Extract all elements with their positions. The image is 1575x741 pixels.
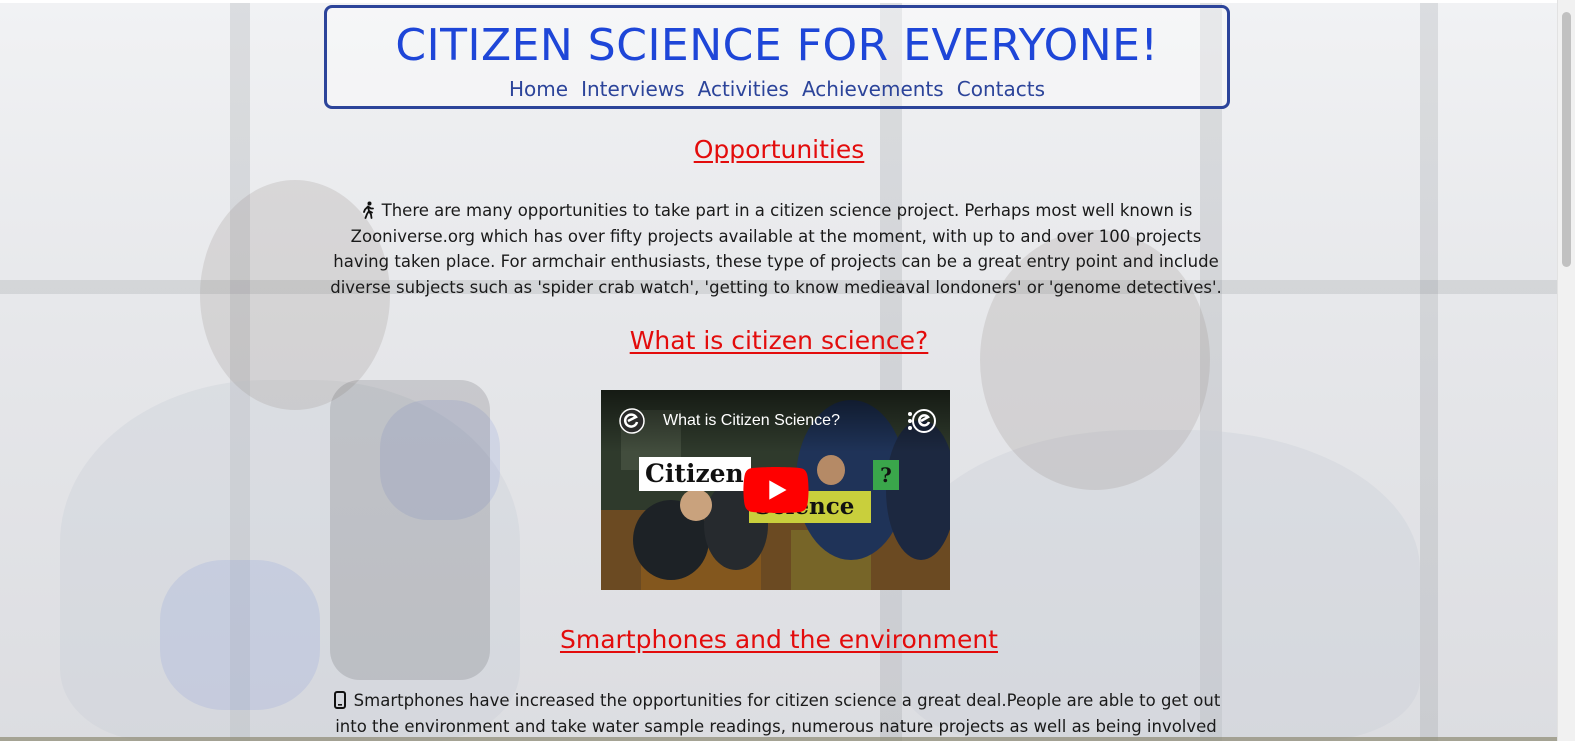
main-content: CITIZEN SCIENCE FOR EVERYONE! Home Inter… (0, 0, 1558, 741)
scrollbar-thumb[interactable] (1562, 12, 1571, 267)
site-title: CITIZEN SCIENCE FOR EVERYONE! (395, 20, 1159, 71)
video-card-question-mark: ? (873, 460, 899, 490)
smartphones-heading: Smartphones and the environment (559, 625, 998, 654)
page: CITIZEN SCIENCE FOR EVERYONE! Home Inter… (0, 0, 1575, 741)
video-title: What is Citizen Science? (663, 412, 840, 429)
smartphones-text: Smartphones have increased the opportuni… (326, 688, 1226, 741)
youtube-play-icon[interactable] (742, 467, 810, 513)
video-share-icon[interactable] (906, 406, 936, 436)
vertical-scrollbar[interactable] (1557, 0, 1575, 741)
main-nav: Home Interviews Activities Achievements … (327, 76, 1227, 102)
opportunities-text: There are many opportunities to take par… (326, 198, 1226, 300)
nav-activities[interactable]: Activities (698, 76, 789, 102)
nav-home[interactable]: Home (509, 76, 568, 102)
walking-person-icon (362, 201, 374, 219)
what-is-heading: What is citizen science? (629, 326, 929, 355)
smartphone-icon (333, 691, 346, 709)
youtube-video-embed[interactable]: What is Citizen Science? Citizen Science… (601, 390, 950, 590)
opportunities-text-body: There are many opportunities to take par… (330, 201, 1222, 297)
channel-logo-icon (619, 408, 645, 434)
video-card-citizen: Citizen (639, 457, 751, 491)
nav-contacts[interactable]: Contacts (957, 76, 1045, 102)
smartphones-text-body: Smartphones have increased the opportuni… (335, 691, 1221, 736)
bottom-edge (0, 737, 1558, 741)
nav-achievements[interactable]: Achievements (802, 76, 944, 102)
nav-interviews[interactable]: Interviews (581, 76, 684, 102)
opportunities-heading: Opportunities (693, 135, 865, 164)
site-header: CITIZEN SCIENCE FOR EVERYONE! Home Inter… (324, 5, 1230, 109)
